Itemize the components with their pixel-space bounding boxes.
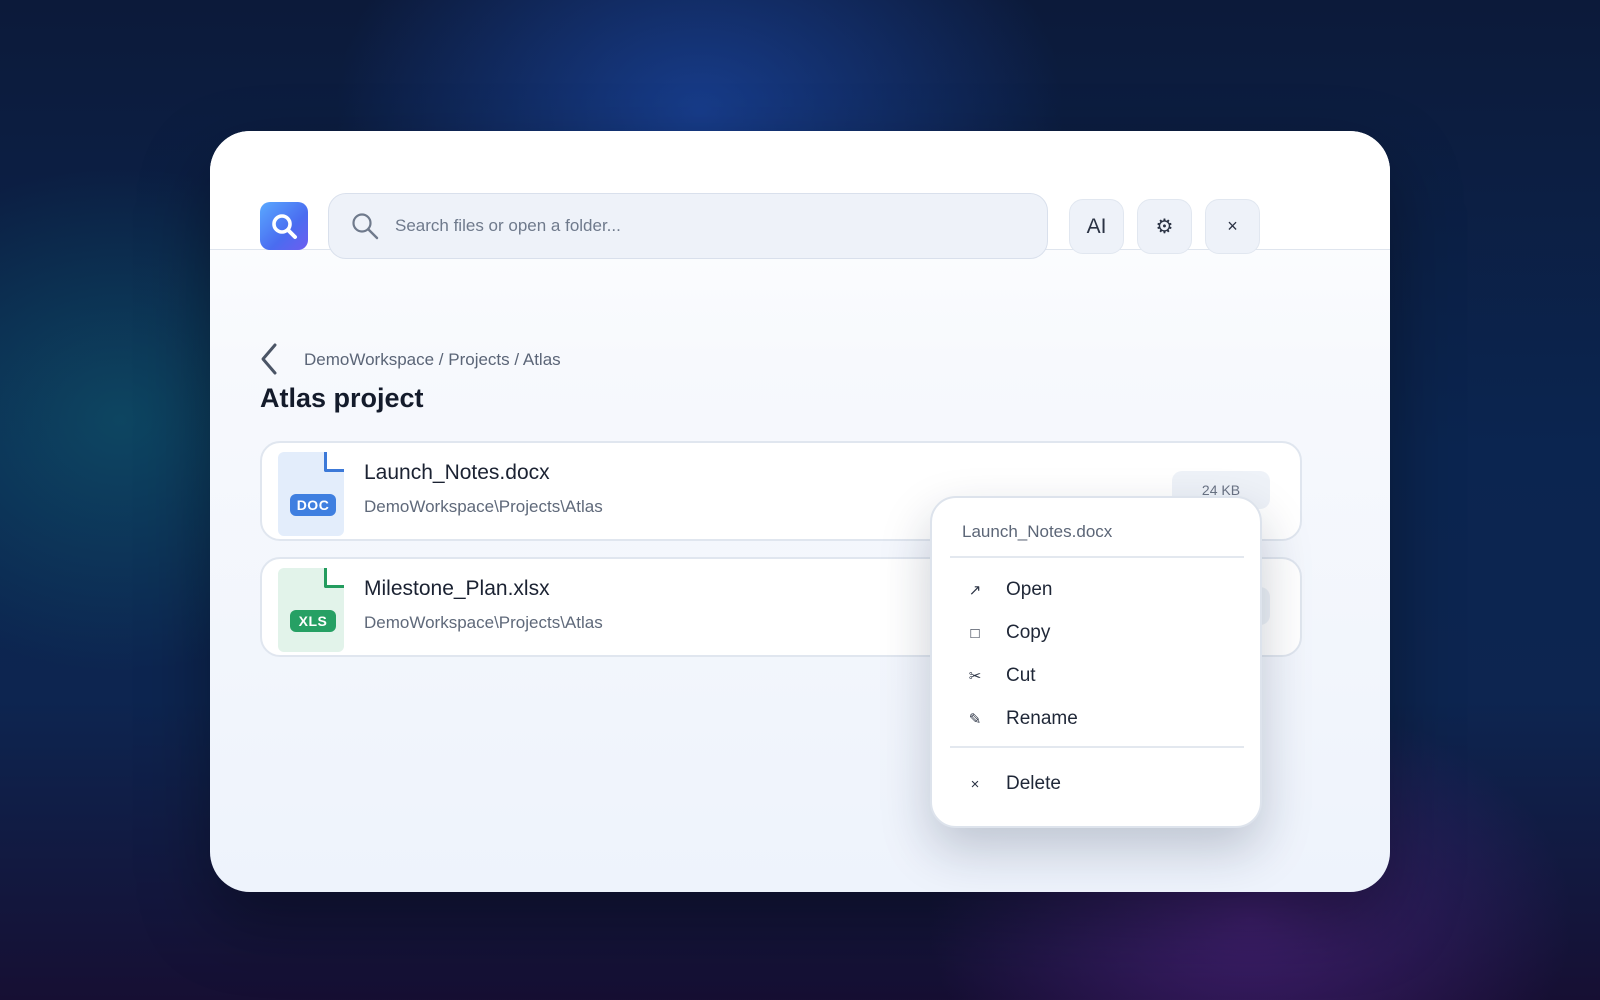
page-fold [324,452,344,472]
file-path: DemoWorkspace\Projects\Atlas [364,497,603,516]
menu-item-label: Copy [1006,622,1051,643]
doc-file-icon: DOC [278,452,344,536]
close-window-button[interactable]: × [1205,199,1260,254]
ai-button[interactable]: AI [1069,199,1124,254]
context-menu: Launch_Notes.docx ↗ Open □ Copy ✂ Cut ✎ … [930,496,1262,828]
file-type-badge: DOC [290,494,336,516]
open-external-icon: ↗ [968,582,982,599]
settings-gear-icon[interactable]: ⚙ [1137,199,1192,254]
menu-item-label: Cut [1006,665,1036,686]
scissors-icon: ✂ [968,668,982,685]
pencil-icon: ✎ [968,711,982,728]
page-fold [324,568,344,588]
search-icon [349,210,381,242]
close-icon: × [970,775,980,793]
context-menu-title: Launch_Notes.docx [962,522,1113,541]
back-chevron-icon[interactable] [254,339,284,379]
menu-divider [950,746,1244,748]
search-input[interactable] [395,206,1047,246]
menu-divider [950,556,1244,558]
app-logo-search-icon[interactable] [260,202,308,250]
xls-file-icon: XLS [278,568,344,652]
menu-item-label: Delete [1006,773,1061,794]
page-title: Atlas project [260,383,424,413]
menu-item-label: Open [1006,579,1053,600]
breadcrumb[interactable]: DemoWorkspace / Projects / Atlas [304,350,561,370]
search-bar[interactable] [328,193,1048,259]
file-name: Milestone_Plan.xlsx [364,577,550,600]
top-bar: AI ⚙ × [210,131,1390,259]
menu-item-cut[interactable]: ✂ Cut [950,656,1244,696]
menu-item-open[interactable]: ↗ Open [950,570,1244,610]
menu-item-delete[interactable]: × Delete [950,764,1244,804]
file-type-badge: XLS [290,610,336,632]
file-path: DemoWorkspace\Projects\Atlas [364,613,603,632]
file-name: Launch_Notes.docx [364,461,550,484]
menu-item-label: Rename [1006,708,1078,729]
menu-item-rename[interactable]: ✎ Rename [950,699,1244,739]
menu-item-copy[interactable]: □ Copy [950,613,1244,653]
copy-icon: □ [970,624,980,642]
